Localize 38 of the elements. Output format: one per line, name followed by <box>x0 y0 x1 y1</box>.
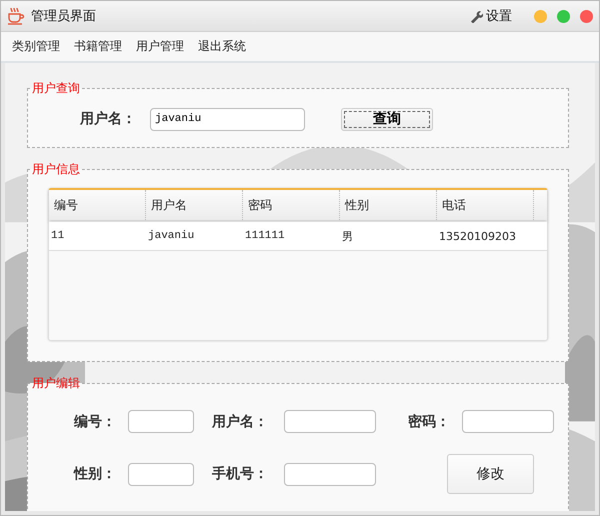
close-button[interactable] <box>580 10 593 22</box>
window-title: 管理员界面 <box>31 8 96 25</box>
column-header[interactable]: 密码 <box>243 190 340 220</box>
maximize-button[interactable] <box>557 10 570 22</box>
column-header[interactable]: 性别 <box>340 190 437 220</box>
input-field[interactable] <box>284 462 376 486</box>
column-header[interactable]: 用户名 <box>146 190 243 220</box>
username-input[interactable]: javaniu <box>150 108 305 130</box>
input-field[interactable] <box>128 410 194 433</box>
wrench-icon <box>470 10 483 22</box>
modify-button[interactable]: 修改 <box>447 454 534 494</box>
menu-item[interactable]: 退出系统 <box>198 38 246 55</box>
table-cell-text: 男 <box>341 228 354 244</box>
query-button[interactable]: 查询 <box>341 108 433 130</box>
field-label: 手机号： <box>212 465 269 483</box>
settings-button[interactable]: 设置 <box>470 7 512 25</box>
field-label: 密码： <box>408 412 451 430</box>
coffee-cup-icon <box>7 7 25 25</box>
input-field[interactable] <box>128 462 194 486</box>
field-label: 性别： <box>74 465 117 483</box>
menu-item[interactable]: 书籍管理 <box>74 38 122 55</box>
table-cell-text: 111111 <box>244 229 286 244</box>
table-cell-text: 13520109203 <box>438 228 517 244</box>
menu-item[interactable]: 用户管理 <box>136 38 184 55</box>
table-cell-text: 11 <box>50 229 66 244</box>
column-header[interactable]: 编号 <box>49 190 146 220</box>
field-label: 编号： <box>74 412 117 430</box>
field-label: 用户名： <box>80 110 136 128</box>
input-field[interactable] <box>462 410 554 433</box>
minimize-button[interactable] <box>534 10 547 22</box>
input-field[interactable] <box>284 410 376 433</box>
table-cell-text: javaniu <box>147 229 196 244</box>
column-header[interactable]: 电话 <box>437 190 534 220</box>
group-title: 用户信息 <box>31 162 81 176</box>
field-label: 用户名： <box>212 412 269 430</box>
menu-item[interactable]: 类别管理 <box>12 38 60 55</box>
group-title: 用户查询 <box>31 81 81 95</box>
group-title: 用户编辑 <box>31 376 81 390</box>
